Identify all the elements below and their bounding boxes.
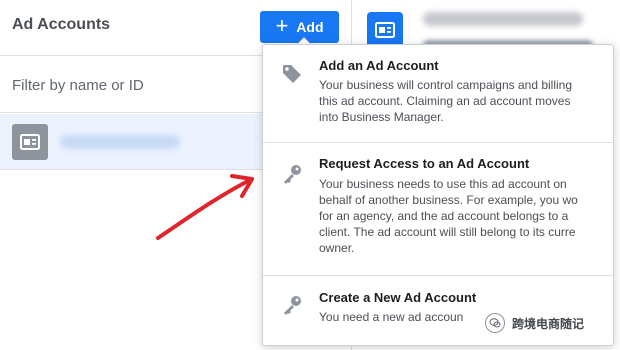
ad-account-icon [367, 12, 403, 48]
menu-item-title: Create a New Ad Account [319, 290, 477, 305]
menu-item-create-ad-account[interactable]: Create a New Ad Account You need a new a… [263, 276, 613, 345]
menu-item-title: Request Access to an Ad Account [319, 156, 530, 171]
add-menu-dropdown: Add an Ad Account Your business will con… [262, 44, 614, 346]
tag-icon [281, 63, 303, 90]
menu-item-request-access[interactable]: Request Access to an Ad Account Your bus… [263, 143, 613, 276]
ad-account-icon [12, 124, 48, 160]
blurred-account-title [423, 12, 583, 26]
blurred-account-name [60, 135, 180, 149]
menu-item-add-ad-account[interactable]: Add an Ad Account Your business will con… [263, 45, 613, 143]
menu-item-title: Add an Ad Account [319, 58, 439, 73]
plus-icon: + [275, 13, 289, 38]
menu-item-description: Your business will control campaigns and… [319, 78, 573, 124]
menu-item-description: Your business needs to use this ad accou… [319, 177, 578, 255]
wechat-icon [485, 313, 505, 333]
key-icon [281, 163, 303, 190]
watermark: 跨境电商随记 [485, 312, 588, 334]
watermark-text: 跨境电商随记 [509, 313, 588, 333]
panel-title: Ad Accounts [12, 16, 111, 33]
red-arrow-annotation [156, 174, 254, 240]
key-icon [281, 294, 303, 321]
add-button-label: Add [296, 19, 324, 35]
